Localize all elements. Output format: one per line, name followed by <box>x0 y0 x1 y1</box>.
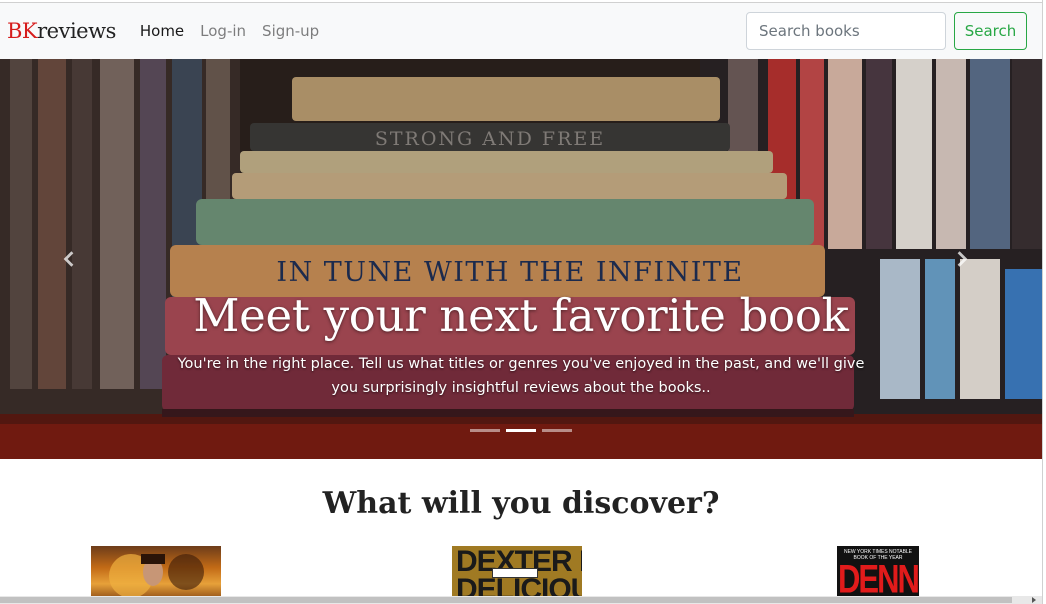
carousel-text: You're in the right place. Tell us what … <box>177 356 865 396</box>
navbar: BKreviews Home Log-in Sign-up Search <box>0 3 1042 59</box>
dennis-cover-title: DENNIS <box>838 556 919 600</box>
brand-logo[interactable]: BKreviews <box>7 19 116 43</box>
nav-home-link[interactable]: Home <box>140 22 184 40</box>
carousel-heading: Meet your next favorite book <box>193 289 849 342</box>
nav-signup-link[interactable]: Sign-up <box>262 22 319 40</box>
nav-links: Home Log-in Sign-up <box>140 22 335 40</box>
search-input[interactable] <box>746 12 946 50</box>
carousel-indicator-1[interactable] <box>470 429 500 432</box>
brand-logo-bk: BK <box>7 19 38 43</box>
carousel-indicators <box>0 429 1042 432</box>
chevron-right-icon <box>957 251 968 267</box>
hero-carousel: STRONG AND FREE IN TUNE WITH THE INFINIT… <box>0 59 1042 459</box>
book-cover-dexter[interactable]: DEXTER IS DELICIOUS <box>452 546 582 600</box>
chevron-left-icon <box>63 251 74 267</box>
carousel-indicator-2[interactable] <box>506 429 536 432</box>
scroll-right-arrow-icon[interactable] <box>1032 597 1036 603</box>
search-button[interactable]: Search <box>954 12 1027 50</box>
carousel-indicator-3[interactable] <box>542 429 572 432</box>
discover-heading: What will you discover? <box>322 486 720 521</box>
book-cover-1-art <box>109 554 204 598</box>
horizontal-scrollbar-thumb[interactable] <box>0 597 1012 603</box>
dexter-cover-label <box>492 568 538 578</box>
carousel-caption: Meet your next favorite book You're in t… <box>0 289 1042 400</box>
search-form: Search <box>746 12 1027 50</box>
brand-logo-reviews: reviews <box>37 19 116 43</box>
carousel-next-control[interactable] <box>942 239 982 279</box>
carousel-prev-control[interactable] <box>49 239 89 279</box>
nav-login-link[interactable]: Log-in <box>200 22 246 40</box>
book-cover-dennis[interactable]: NEW YORK TIMES NOTABLE BOOK OF THE YEAR … <box>837 546 919 600</box>
book-cover-1[interactable] <box>91 546 221 600</box>
window-right-border <box>1042 0 1046 604</box>
